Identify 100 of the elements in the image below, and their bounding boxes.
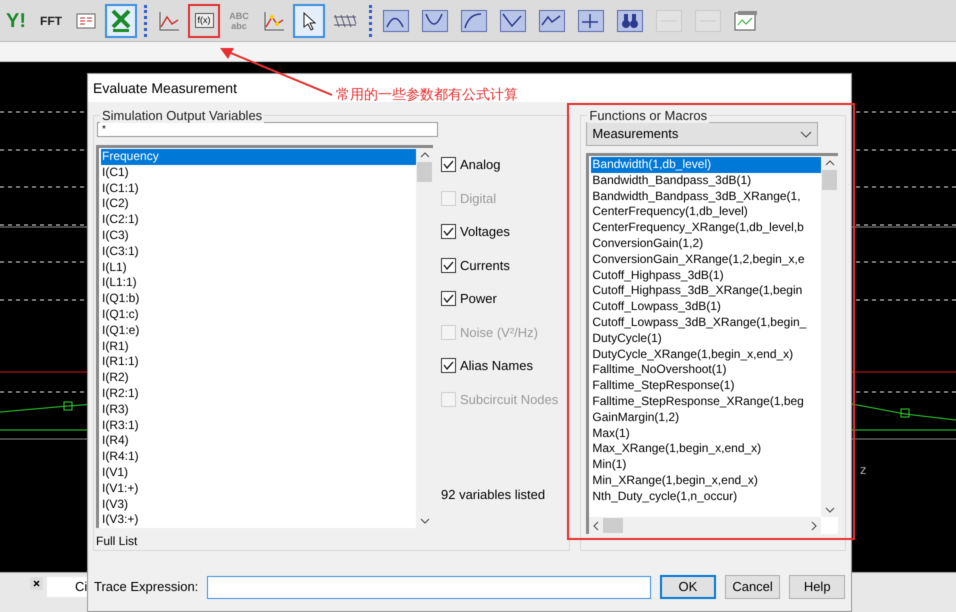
list-item[interactable]: Cutoff_Lowpass_3dB_XRange(1,begin_ <box>591 314 822 331</box>
window-icon <box>734 10 758 32</box>
checkbox-label: Voltages <box>460 223 510 241</box>
filter-field[interactable]: * <box>97 122 438 137</box>
toolbar-button[interactable]: FFT <box>35 4 67 38</box>
list-item[interactable]: ConversionGain(1,2) <box>591 236 822 252</box>
curve-cursor-icon <box>539 10 565 32</box>
list-item[interactable]: Cutoff_Lowpass_3dB(1) <box>591 299 822 315</box>
list-item[interactable]: I(R2:1) <box>101 386 416 402</box>
checkbox-label: Subcircuit Nodes <box>460 390 558 408</box>
scroll-thumb[interactable] <box>822 170 838 190</box>
list-item[interactable]: Cutoff_Highpass_3dB_XRange(1,begin <box>591 283 822 300</box>
variable-count: 92 variables listed <box>441 486 546 504</box>
dialog-title: Evaluate Measurement <box>93 78 237 98</box>
toolbar-button[interactable] <box>293 4 325 38</box>
chevron-left-icon <box>593 520 600 530</box>
binoculars-icon <box>617 10 643 32</box>
scroll-thumb[interactable] <box>417 162 432 182</box>
checkbox[interactable] <box>441 224 456 240</box>
list-item[interactable]: I(C3) <box>101 228 416 244</box>
checkbox[interactable] <box>441 157 456 172</box>
list-item[interactable]: I(C3:1) <box>101 244 416 260</box>
checkbox-label: Currents <box>460 256 510 274</box>
list-item[interactable]: I(Q1:b) <box>101 291 416 307</box>
list-item[interactable]: Nth_Duty_cycle(1,n_occur) <box>591 488 822 505</box>
dialog-button[interactable]: Cancel <box>724 575 780 599</box>
list-item[interactable]: I(R1:1) <box>101 354 416 370</box>
list-item[interactable]: DutyCycle_XRange(1,begin_x,end_x) <box>591 346 822 362</box>
list-item[interactable]: Bandwidth_Bandpass_3dB(1) <box>591 172 822 189</box>
list-item[interactable]: I(R3) <box>101 402 416 418</box>
disabled-tool-icon <box>656 10 682 32</box>
curve-cursor-icon <box>578 10 604 32</box>
curve-cursor-icon <box>422 10 448 32</box>
list-item[interactable]: DutyCycle(1) <box>591 330 822 347</box>
list-item[interactable]: Min(1) <box>591 457 822 473</box>
list-item[interactable]: Falltime_StepResponse_XRange(1,beg <box>591 394 822 410</box>
curve-cursor-icon <box>500 10 526 32</box>
list-item[interactable]: Falltime_StepResponse(1) <box>591 378 822 394</box>
horizontal-scrollbar[interactable] <box>589 517 822 534</box>
checkmark-icon <box>443 294 454 304</box>
list-item[interactable]: CenterFrequency(1,db_level) <box>591 204 822 220</box>
list-item[interactable]: I(R4:1) <box>101 449 416 465</box>
list-item[interactable]: I(R2) <box>101 370 416 386</box>
checkbox[interactable] <box>441 258 456 273</box>
list-item[interactable]: Max_XRange(1,begin_x,end_x) <box>591 441 822 458</box>
line-chart-icon <box>158 10 180 30</box>
category-dropdown[interactable]: Measurements <box>586 122 818 146</box>
checkbox[interactable] <box>441 291 456 306</box>
list-item[interactable]: Bandwidth_Bandpass_3dB_XRange(1, <box>591 188 822 204</box>
list-item[interactable]: I(C2) <box>101 196 416 212</box>
list-item[interactable]: Falltime_NoOvershoot(1) <box>591 362 822 378</box>
list-item[interactable]: I(C2:1) <box>101 212 416 228</box>
list-item[interactable]: I(R4) <box>101 433 416 450</box>
group-label: Functions or Macros <box>587 109 710 123</box>
checkbox-label: Alias Names <box>460 357 533 375</box>
list-item[interactable]: I(C1) <box>101 164 416 181</box>
axis-label: z <box>860 461 866 479</box>
list-item[interactable]: Bandwidth(1,db_level) <box>591 157 822 173</box>
scroll-thumb[interactable] <box>603 518 624 533</box>
curve-cursor-icon <box>461 10 487 32</box>
list-item[interactable]: I(L1) <box>101 260 416 276</box>
list-item[interactable]: ConversionGain_XRange(1,2,begin_x,e <box>591 252 822 268</box>
chart-points-icon <box>263 10 285 30</box>
dialog-button[interactable]: OK <box>660 575 716 599</box>
list-item[interactable]: Max(1) <box>591 426 822 442</box>
chevron-down-icon <box>800 130 812 138</box>
disabled-tool-icon <box>695 10 721 32</box>
checkmark-icon <box>443 361 454 370</box>
list-item[interactable]: I(Q1:e) <box>101 322 416 339</box>
chevron-down-icon <box>824 507 835 513</box>
list-item[interactable]: I(L1:1) <box>101 275 416 292</box>
checkbox[interactable] <box>441 358 456 374</box>
list-mode-label: Full List <box>96 533 138 550</box>
checkbox-label: Analog <box>460 156 500 174</box>
list-item[interactable]: I(R3:1) <box>101 418 416 434</box>
curve-cursor-icon <box>383 10 409 32</box>
list-item[interactable]: Min_XRange(1,begin_x,end_x) <box>591 472 822 489</box>
list-item[interactable]: I(V3) <box>101 496 416 512</box>
annotation-text: 常用的一些参数都有公式计算 <box>336 85 518 104</box>
list-item[interactable]: I(R1) <box>101 338 416 354</box>
list-item[interactable]: I(V1) <box>101 464 416 481</box>
trace-expression-field[interactable] <box>207 576 652 598</box>
toolbar-button[interactable]: f(x) <box>188 4 220 38</box>
pointer-icon <box>301 10 317 30</box>
list-item[interactable]: I(V1:+) <box>101 480 416 497</box>
close-icon <box>33 580 40 587</box>
list-item[interactable]: I(C1:1) <box>101 180 416 196</box>
list-item[interactable]: Cutoff_Highpass_3dB(1) <box>591 268 822 284</box>
list-item[interactable]: I(V3:+) <box>101 512 416 528</box>
close-button[interactable] <box>30 577 43 590</box>
log-text: Ci <box>47 577 88 596</box>
list-item[interactable]: I(Q1:c) <box>101 306 416 323</box>
dialog-button[interactable]: Help <box>789 575 845 599</box>
checkmark-icon <box>443 227 454 236</box>
vertical-scrollbar[interactable] <box>821 156 838 517</box>
checkbox-label: Power <box>460 290 497 308</box>
list-item[interactable]: GainMargin(1,2) <box>591 410 822 426</box>
checkmark-icon <box>443 160 454 170</box>
list-item[interactable]: CenterFrequency_XRange(1,db_level,b <box>591 220 822 236</box>
list-item[interactable]: Frequency <box>101 149 416 165</box>
